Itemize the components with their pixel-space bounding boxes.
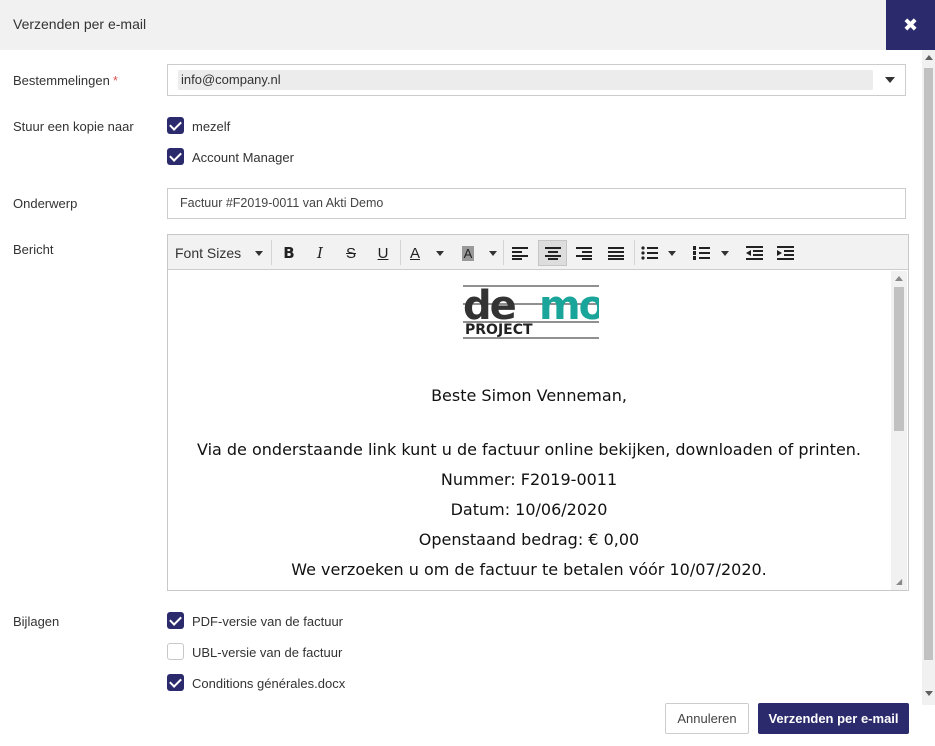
attachment-ubl-label[interactable]: UBL-versie van de factuur bbox=[192, 645, 342, 660]
bold-button[interactable]: B bbox=[278, 240, 300, 266]
align-left-button[interactable] bbox=[508, 240, 532, 266]
recipients-label-text: Bestemmelingen bbox=[13, 73, 110, 88]
greeting-text: Beste Simon Venneman, bbox=[431, 386, 627, 405]
attachment-ubl-checkbox[interactable] bbox=[167, 643, 184, 660]
numbered-list-button[interactable] bbox=[690, 240, 712, 266]
font-color-button[interactable]: A bbox=[404, 240, 426, 266]
scroll-down-arrow-icon[interactable] bbox=[925, 691, 933, 696]
copy-account-manager-checkbox[interactable] bbox=[167, 148, 184, 165]
message-line: Nummer: F2019-0011 bbox=[440, 470, 618, 489]
email-dialog: Verzenden per e-mail ✖ Bestemmelingen * i… bbox=[0, 0, 935, 746]
underline-button[interactable]: U bbox=[372, 240, 394, 266]
toolbar-divider bbox=[400, 240, 401, 265]
strikethrough-button[interactable]: S bbox=[340, 240, 362, 266]
editor-content[interactable]: de mo PROJECT Beste Simon Venneman, Via … bbox=[168, 270, 890, 590]
copy-label: Stuur een kopie naar bbox=[13, 119, 134, 134]
chevron-down-icon[interactable] bbox=[668, 251, 676, 256]
italic-button[interactable]: I bbox=[309, 240, 331, 266]
justify-button[interactable] bbox=[604, 240, 628, 266]
bullet-list-button[interactable] bbox=[638, 240, 660, 266]
resize-grip-icon[interactable]: ◢ bbox=[896, 578, 904, 586]
justify-icon bbox=[608, 247, 624, 260]
subject-label: Onderwerp bbox=[13, 196, 78, 211]
message-line: We verzoeken u om de factuur te betalen … bbox=[291, 560, 767, 579]
align-right-button[interactable] bbox=[572, 240, 596, 266]
scroll-up-arrow-icon[interactable] bbox=[925, 55, 933, 60]
copy-account-manager-label[interactable]: Account Manager bbox=[192, 150, 294, 165]
copy-self-checkbox[interactable] bbox=[167, 117, 184, 134]
copy-self-label[interactable]: mezelf bbox=[192, 119, 230, 134]
dialog-header: Verzenden per e-mail bbox=[0, 0, 935, 50]
background-color-icon: A bbox=[461, 245, 475, 261]
close-button[interactable]: ✖ bbox=[886, 0, 935, 50]
attachment-conditions-label[interactable]: Conditions générales.docx bbox=[192, 676, 345, 691]
message-line: Openstaand bedrag: € 0,00 bbox=[418, 530, 640, 549]
chevron-down-icon[interactable] bbox=[489, 251, 497, 256]
bullet-list-icon bbox=[640, 246, 658, 260]
message-line: Datum: 10/06/2020 bbox=[450, 500, 608, 519]
subject-input[interactable]: Factuur #F2019-0011 van Akti Demo bbox=[167, 188, 906, 219]
align-left-icon bbox=[512, 247, 528, 260]
numbered-list-icon bbox=[692, 246, 710, 260]
toolbar-divider bbox=[271, 240, 272, 265]
editor-scrollbar[interactable]: ◢ bbox=[891, 271, 907, 590]
background-color-button[interactable]: A bbox=[457, 240, 479, 266]
message-editor[interactable]: Font Sizes B I S U A A de mo PROJECT Bes… bbox=[167, 234, 909, 591]
align-center-icon bbox=[544, 247, 561, 260]
dialog-scrollbar[interactable] bbox=[922, 50, 935, 705]
recipients-label: Bestemmelingen * bbox=[13, 73, 118, 88]
logo-graphic: de mo PROJECT bbox=[463, 283, 607, 339]
editor-scrollbar-thumb[interactable] bbox=[894, 287, 904, 431]
recipients-select[interactable]: info@company.nl bbox=[167, 64, 906, 96]
dialog-title: Verzenden per e-mail bbox=[13, 16, 147, 32]
indent-icon bbox=[776, 246, 794, 260]
required-mark: * bbox=[112, 73, 118, 88]
svg-text:PROJECT: PROJECT bbox=[465, 322, 533, 338]
cancel-button[interactable]: Annuleren bbox=[665, 703, 749, 734]
align-right-icon bbox=[576, 247, 592, 260]
demo-project-logo: de mo PROJECT bbox=[463, 282, 607, 342]
outdent-button[interactable] bbox=[743, 240, 765, 266]
message-line: Via de onderstaande link kunt u de factu… bbox=[196, 440, 862, 459]
font-sizes-dropdown[interactable]: Font Sizes bbox=[175, 245, 241, 261]
toolbar-divider bbox=[503, 240, 504, 265]
indent-button[interactable] bbox=[774, 240, 796, 266]
svg-text:mo: mo bbox=[539, 283, 599, 329]
editor-toolbar: Font Sizes B I S U A A bbox=[168, 235, 908, 270]
close-icon: ✖ bbox=[902, 14, 919, 35]
attachment-pdf-label[interactable]: PDF-versie van de factuur bbox=[192, 614, 343, 629]
outdent-icon bbox=[745, 246, 763, 260]
chevron-down-icon[interactable] bbox=[436, 251, 444, 256]
chevron-down-icon[interactable] bbox=[255, 251, 263, 256]
recipient-chip[interactable]: info@company.nl bbox=[178, 70, 873, 90]
attachments-label: Bijlagen bbox=[13, 614, 60, 629]
message-label: Bericht bbox=[13, 242, 54, 257]
attachment-pdf-checkbox[interactable] bbox=[167, 612, 184, 629]
toolbar-divider bbox=[634, 240, 635, 265]
align-center-button[interactable] bbox=[538, 240, 567, 266]
send-email-button[interactable]: Verzenden per e-mail bbox=[758, 703, 909, 734]
scrollbar-thumb[interactable] bbox=[924, 68, 933, 660]
chevron-down-icon[interactable] bbox=[721, 251, 729, 256]
chevron-down-icon[interactable] bbox=[885, 77, 895, 83]
scroll-up-arrow-icon[interactable] bbox=[895, 276, 903, 281]
attachment-conditions-checkbox[interactable] bbox=[167, 674, 184, 691]
